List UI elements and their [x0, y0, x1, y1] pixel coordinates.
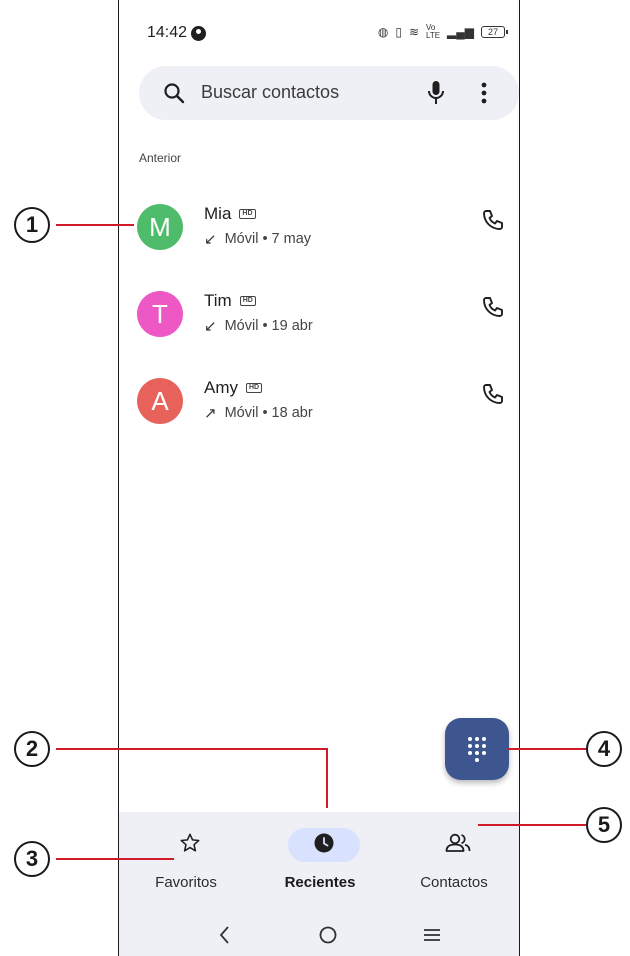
call-meta-row: ↙ Móvil • 19 abr	[204, 317, 313, 335]
search-icon	[163, 82, 185, 104]
vibrate-icon: ▯	[395, 25, 402, 39]
callout-line-2-vertical	[326, 748, 328, 808]
more-options-icon[interactable]	[481, 81, 487, 105]
callout-marker-3: 3	[14, 841, 50, 877]
call-log-item[interactable]: M Mia HD ↙ Móvil • 7 may	[119, 204, 519, 272]
callout-line-5	[478, 824, 586, 826]
hd-badge: HD	[239, 209, 256, 219]
system-navigation-bar	[119, 920, 519, 956]
call-icon[interactable]	[481, 295, 505, 324]
contact-name-row: Amy HD	[204, 378, 263, 398]
dialpad-button[interactable]	[445, 718, 509, 780]
wifi-icon: ≋	[408, 25, 420, 39]
clock-icon	[313, 832, 335, 859]
status-icons: ◍ ▯ ≋ Vo LTE ▂▄▆ 27	[377, 23, 508, 40]
nav-pill	[422, 828, 494, 862]
contact-name: Mia	[204, 204, 232, 223]
callout-marker-4: 4	[586, 731, 622, 767]
contact-name: Tim	[204, 291, 232, 310]
call-log-item[interactable]: T Tim HD ↙ Móvil • 19 abr	[119, 291, 519, 359]
nav-pill-active	[288, 828, 360, 862]
hd-badge: HD	[246, 383, 263, 393]
account-status-icon	[191, 25, 207, 41]
nav-pill	[154, 828, 226, 862]
battery-icon: 27	[481, 26, 508, 38]
call-icon[interactable]	[481, 382, 505, 411]
home-icon[interactable]	[318, 924, 338, 951]
call-log-item[interactable]: A Amy HD ↗ Móvil • 18 abr	[119, 378, 519, 446]
search-input[interactable]: Buscar contactos	[201, 82, 339, 103]
bottom-navigation: Favoritos Recientes Contactos	[119, 812, 519, 956]
nav-label-recents: Recientes	[284, 874, 356, 891]
incoming-call-icon: ↙	[204, 231, 217, 248]
signal-icon: ▂▄▆	[447, 25, 474, 39]
nfc-icon: ◍	[377, 25, 389, 39]
call-icon[interactable]	[481, 208, 505, 237]
star-icon	[179, 832, 201, 859]
call-details: Móvil • 19 abr	[224, 318, 313, 334]
phone-screen: 14:42 ◍ ▯ ≋ Vo LTE ▂▄▆ 27 Buscar contact…	[118, 0, 520, 956]
callout-line-4	[508, 748, 588, 750]
nav-label-contacts: Contactos	[420, 874, 488, 891]
incoming-call-icon: ↙	[204, 318, 217, 335]
status-bar: 14:42 ◍ ▯ ≋ Vo LTE ▂▄▆ 27	[119, 0, 519, 44]
callout-marker-2: 2	[14, 731, 50, 767]
people-icon	[444, 832, 472, 859]
mic-icon[interactable]	[427, 80, 445, 106]
callout-marker-1: 1	[14, 207, 50, 243]
avatar: M	[137, 204, 183, 250]
section-label: Anterior	[139, 151, 182, 165]
contact-name-row: Mia HD	[204, 204, 256, 224]
volte-label: Vo LTE	[426, 23, 441, 40]
hd-badge: HD	[239, 296, 256, 306]
callout-marker-5: 5	[586, 807, 622, 843]
battery-level: 27	[487, 27, 498, 37]
back-icon[interactable]	[217, 924, 231, 951]
nav-label-favorites: Favoritos	[155, 874, 217, 891]
avatar: T	[137, 291, 183, 337]
callout-line-3	[56, 858, 174, 860]
nav-item-recents[interactable]: Recientes	[253, 812, 387, 902]
call-meta-row: ↙ Móvil • 7 may	[204, 230, 311, 248]
nav-item-favorites[interactable]: Favoritos	[119, 812, 253, 902]
status-time: 14:42	[147, 24, 188, 41]
call-meta-row: ↗ Móvil • 18 abr	[204, 404, 313, 422]
call-details: Móvil • 18 abr	[224, 405, 313, 421]
outgoing-call-icon: ↗	[204, 405, 217, 422]
recent-apps-icon[interactable]	[421, 924, 443, 951]
status-time-group: 14:42	[147, 24, 207, 42]
contact-name: Amy	[204, 378, 238, 397]
callout-line-1	[56, 224, 134, 226]
avatar: A	[137, 378, 183, 424]
dialpad-icon	[468, 736, 486, 762]
callout-line-2	[56, 748, 328, 750]
search-bar[interactable]: Buscar contactos	[139, 66, 519, 120]
contact-name-row: Tim HD	[204, 291, 256, 311]
call-details: Móvil • 7 may	[224, 231, 312, 247]
